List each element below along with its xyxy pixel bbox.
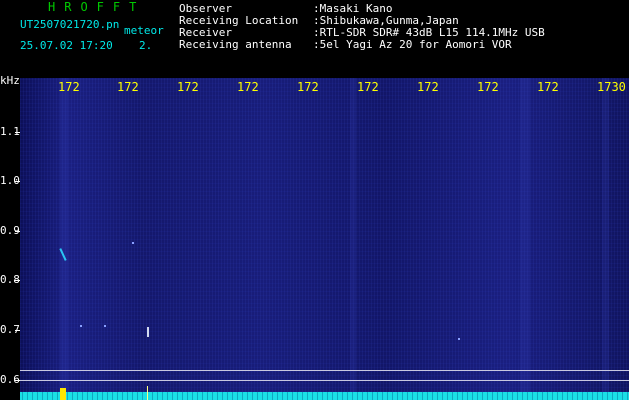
info-row-antenna: Receiving antenna :5el Yagi Az 20 for Ao… (179, 39, 545, 51)
filename-label: UT2507021720.pn (20, 18, 120, 31)
y-tick-mark (15, 231, 20, 232)
x-tick-label: 172 (477, 80, 499, 94)
signal-peak (60, 388, 66, 400)
reference-line (20, 370, 629, 371)
spectrogram (20, 78, 629, 400)
signal-baseline (20, 392, 629, 400)
meteor-echo (147, 327, 149, 337)
station-info: Observer :Masaki Kano Receiving Location… (179, 3, 545, 51)
signal-peak (147, 386, 148, 400)
y-axis-unit: kHz (0, 74, 20, 87)
noise-speck (80, 325, 82, 327)
noise-speck (458, 338, 460, 340)
x-tick-label: 172 (58, 80, 80, 94)
x-tick-label: 172 (237, 80, 259, 94)
x-tick-label: 172 (117, 80, 139, 94)
x-tick-label: 172 (537, 80, 559, 94)
x-tick-label: 172 (417, 80, 439, 94)
reference-line (20, 380, 629, 381)
noise-speck (104, 325, 106, 327)
meteor-count: 2. (139, 39, 153, 52)
x-tick-label: 1730 (597, 80, 626, 94)
y-tick-mark (15, 181, 20, 182)
x-tick-label: 172 (357, 80, 379, 94)
y-tick-mark (15, 132, 20, 133)
hrofft-logo: HROFFT (48, 0, 146, 14)
info-value: :5el Yagi Az 20 for Aomori VOR (313, 38, 512, 51)
x-tick-label: 172 (177, 80, 199, 94)
spectro-stripe (60, 78, 68, 400)
spectro-stripe (350, 78, 356, 400)
info-label: Receiving antenna (179, 38, 292, 51)
y-tick-mark (15, 330, 20, 331)
meteor-label: meteor (124, 24, 164, 37)
y-tick-mark (15, 280, 20, 281)
datetime-label: 25.07.02 17:20 (20, 39, 113, 52)
x-tick-label: 172 (297, 80, 319, 94)
spectro-stripe (520, 78, 530, 400)
spectro-stripe (602, 78, 609, 400)
noise-speck (132, 242, 134, 244)
